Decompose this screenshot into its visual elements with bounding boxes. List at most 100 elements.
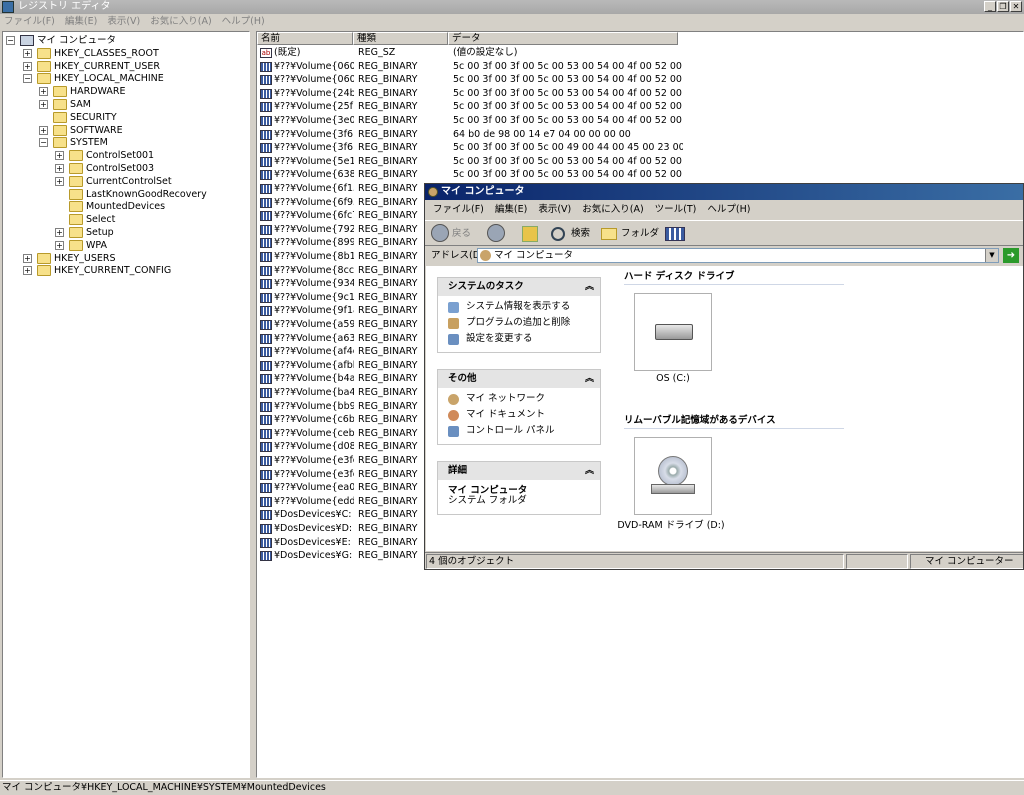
collapse-chevron-icon[interactable]: ︽ bbox=[585, 370, 594, 388]
registry-value-row[interactable]: ¥??¥Volume{25f1... REG_BINARY 5c 00 3f 00 … bbox=[257, 100, 1023, 114]
expand-icon[interactable]: + bbox=[23, 266, 32, 276]
binary-value-icon bbox=[260, 102, 272, 113]
collapse-chevron-icon[interactable]: ︽ bbox=[585, 462, 594, 480]
tree-node[interactable]: + SAM bbox=[3, 98, 249, 111]
explorer-menu-edit[interactable]: 編集(E) bbox=[495, 202, 527, 218]
explorer-menu-help[interactable]: ヘルプ(H) bbox=[707, 202, 750, 218]
tree-node[interactable]: + ControlSet001 bbox=[3, 149, 249, 162]
column-name-header[interactable]: 名前 bbox=[257, 32, 353, 45]
explorer-menu-file[interactable]: ファイル(F) bbox=[433, 202, 484, 218]
tree-node[interactable]: + ControlSet003 bbox=[3, 162, 249, 175]
link-my-documents[interactable]: マイ ドキュメント bbox=[438, 407, 600, 423]
value-type: REG_BINARY bbox=[358, 101, 418, 113]
removable-section-title: リムーバブル記憶域があるデバイス bbox=[624, 412, 844, 429]
tree-node[interactable]: + HARDWARE bbox=[3, 85, 249, 98]
tree-node[interactable]: + CurrentControlSet bbox=[3, 175, 249, 188]
collapse-icon[interactable]: − bbox=[39, 138, 48, 148]
registry-tree[interactable]: − マイ コンピュータ + HKEY_CLASSES_ROOT + HKEY_CURREN… bbox=[2, 31, 250, 778]
tree-node[interactable]: − HKEY_LOCAL_MACHINE bbox=[3, 72, 249, 85]
tree-node[interactable]: + HKEY_CURRENT_USER bbox=[3, 60, 249, 73]
expand-icon[interactable]: + bbox=[23, 253, 32, 263]
minimize-button[interactable]: _ bbox=[984, 1, 996, 12]
expand-icon[interactable]: + bbox=[23, 48, 32, 58]
collapse-chevron-icon[interactable]: ︽ bbox=[585, 278, 594, 296]
registry-value-row[interactable]: ¥??¥Volume{5e18... REG_BINARY 5c 00 3f 00 … bbox=[257, 155, 1023, 169]
search-button[interactable]: 検索 bbox=[571, 224, 590, 244]
drive-d-tile[interactable] bbox=[634, 437, 712, 515]
system-tasks-header[interactable]: システムのタスク ︽ bbox=[438, 278, 600, 296]
task-view-system-info[interactable]: システム情報を表示する bbox=[438, 299, 600, 315]
menu-view[interactable]: 表示(V) bbox=[107, 14, 140, 29]
tree-node[interactable]: Select bbox=[3, 213, 249, 226]
value-type: REG_BINARY bbox=[358, 291, 418, 303]
menu-edit[interactable]: 編集(E) bbox=[65, 14, 97, 29]
registry-value-row[interactable]: ¥??¥Volume{3f61... REG_BINARY 64 b0 de 98 … bbox=[257, 128, 1023, 142]
address-input[interactable]: マイ コンピュータ ▼ bbox=[477, 248, 999, 263]
collapse-icon[interactable]: − bbox=[23, 74, 32, 84]
tree-node[interactable]: + HKEY_USERS bbox=[3, 252, 249, 265]
up-folder-icon[interactable] bbox=[522, 226, 538, 242]
tree-node[interactable]: − マイ コンピュータ bbox=[3, 34, 249, 47]
menu-help[interactable]: ヘルプ(H) bbox=[222, 14, 265, 29]
registry-value-row[interactable]: ¥??¥Volume{24bc... REG_BINARY 5c 00 3f 00 … bbox=[257, 87, 1023, 101]
system-info-icon bbox=[448, 302, 459, 313]
forward-arrow-icon[interactable] bbox=[487, 224, 505, 242]
expand-icon[interactable]: + bbox=[39, 87, 48, 97]
drive-c-label[interactable]: OS (C:) bbox=[624, 373, 722, 384]
regedit-titlebar[interactable]: レジストリ エディタ _ ❐ ✕ bbox=[0, 0, 1024, 14]
expand-icon[interactable]: + bbox=[39, 100, 48, 109]
expand-icon[interactable]: + bbox=[55, 164, 64, 173]
tree-node[interactable]: SECURITY bbox=[3, 111, 249, 124]
explorer-menu-tools[interactable]: ツール(T) bbox=[655, 202, 697, 218]
drive-d-label[interactable]: DVD-RAM ドライブ (D:) bbox=[616, 517, 726, 531]
back-button[interactable]: 戻る bbox=[452, 224, 471, 244]
expand-icon[interactable]: + bbox=[55, 151, 64, 161]
menu-file[interactable]: ファイル(F) bbox=[4, 14, 55, 29]
task-change-settings[interactable]: 設定を変更する bbox=[438, 331, 600, 347]
column-data-header[interactable]: データ bbox=[448, 32, 678, 45]
tree-node[interactable]: MountedDevices bbox=[3, 200, 249, 213]
expand-icon[interactable]: + bbox=[23, 61, 32, 71]
folder-icon bbox=[37, 252, 51, 264]
registry-value-row[interactable]: ¥??¥Volume{6388... REG_BINARY 5c 00 3f 00 … bbox=[257, 168, 1023, 182]
close-button[interactable]: ✕ bbox=[1010, 1, 1022, 12]
binary-value-icon bbox=[260, 116, 272, 126]
tree-node[interactable]: − SYSTEM bbox=[3, 136, 249, 149]
tree-node[interactable]: LastKnownGoodRecovery bbox=[3, 188, 249, 201]
tree-node[interactable]: + SOFTWARE bbox=[3, 124, 249, 137]
expand-icon[interactable]: + bbox=[55, 240, 64, 250]
tree-node[interactable]: + WPA bbox=[3, 239, 249, 252]
link-my-network[interactable]: マイ ネットワーク bbox=[438, 391, 600, 407]
registry-value-row[interactable]: ab (既定) REG_SZ (値の設定なし) bbox=[257, 46, 1023, 60]
expand-icon[interactable]: + bbox=[55, 228, 64, 237]
value-type: REG_BINARY bbox=[358, 373, 418, 385]
go-button[interactable]: ➜ bbox=[1003, 248, 1019, 263]
collapse-icon[interactable]: − bbox=[6, 36, 15, 45]
link-control-panel[interactable]: コントロール パネル bbox=[438, 423, 600, 439]
drive-c-tile[interactable] bbox=[634, 293, 712, 371]
explorer-menu-favorites[interactable]: お気に入り(A) bbox=[582, 202, 643, 218]
menu-favorites[interactable]: お気に入り(A) bbox=[150, 14, 211, 29]
other-places-header[interactable]: その他 ︽ bbox=[438, 370, 600, 388]
tree-node[interactable]: + HKEY_CLASSES_ROOT bbox=[3, 47, 249, 60]
registry-value-row[interactable]: ¥??¥Volume{3e0d... REG_BINARY 5c 00 3f 00 … bbox=[257, 114, 1023, 128]
registry-value-row[interactable]: ¥??¥Volume{3f61... REG_BINARY 5c 00 3f 00 … bbox=[257, 141, 1023, 155]
restore-button[interactable]: ❐ bbox=[997, 1, 1009, 12]
details-header[interactable]: 詳細 ︽ bbox=[438, 462, 600, 480]
registry-value-row[interactable]: ¥??¥Volume{060c... REG_BINARY 5c 00 3f 00 … bbox=[257, 60, 1023, 74]
expand-icon[interactable]: + bbox=[55, 176, 64, 186]
expand-icon[interactable]: + bbox=[39, 125, 48, 135]
back-arrow-icon[interactable] bbox=[431, 224, 449, 242]
address-dropdown-icon[interactable]: ▼ bbox=[985, 249, 998, 262]
views-icon[interactable] bbox=[665, 227, 685, 241]
column-type-header[interactable]: 種類 bbox=[353, 32, 448, 45]
explorer-menu-view[interactable]: 表示(V) bbox=[538, 202, 571, 218]
value-type: REG_BINARY bbox=[358, 196, 418, 208]
tree-node[interactable]: + HKEY_CURRENT_CONFIG bbox=[3, 264, 249, 277]
value-name: ¥??¥Volume{e3fe... bbox=[274, 455, 354, 466]
tree-node[interactable]: + Setup bbox=[3, 226, 249, 239]
folders-button[interactable]: フォルダ bbox=[621, 224, 659, 244]
task-add-remove-programs[interactable]: プログラムの追加と削除 bbox=[438, 315, 600, 331]
registry-value-row[interactable]: ¥??¥Volume{060c... REG_BINARY 5c 00 3f 00 … bbox=[257, 73, 1023, 87]
explorer-titlebar[interactable]: マイ コンピュータ bbox=[425, 184, 1023, 200]
